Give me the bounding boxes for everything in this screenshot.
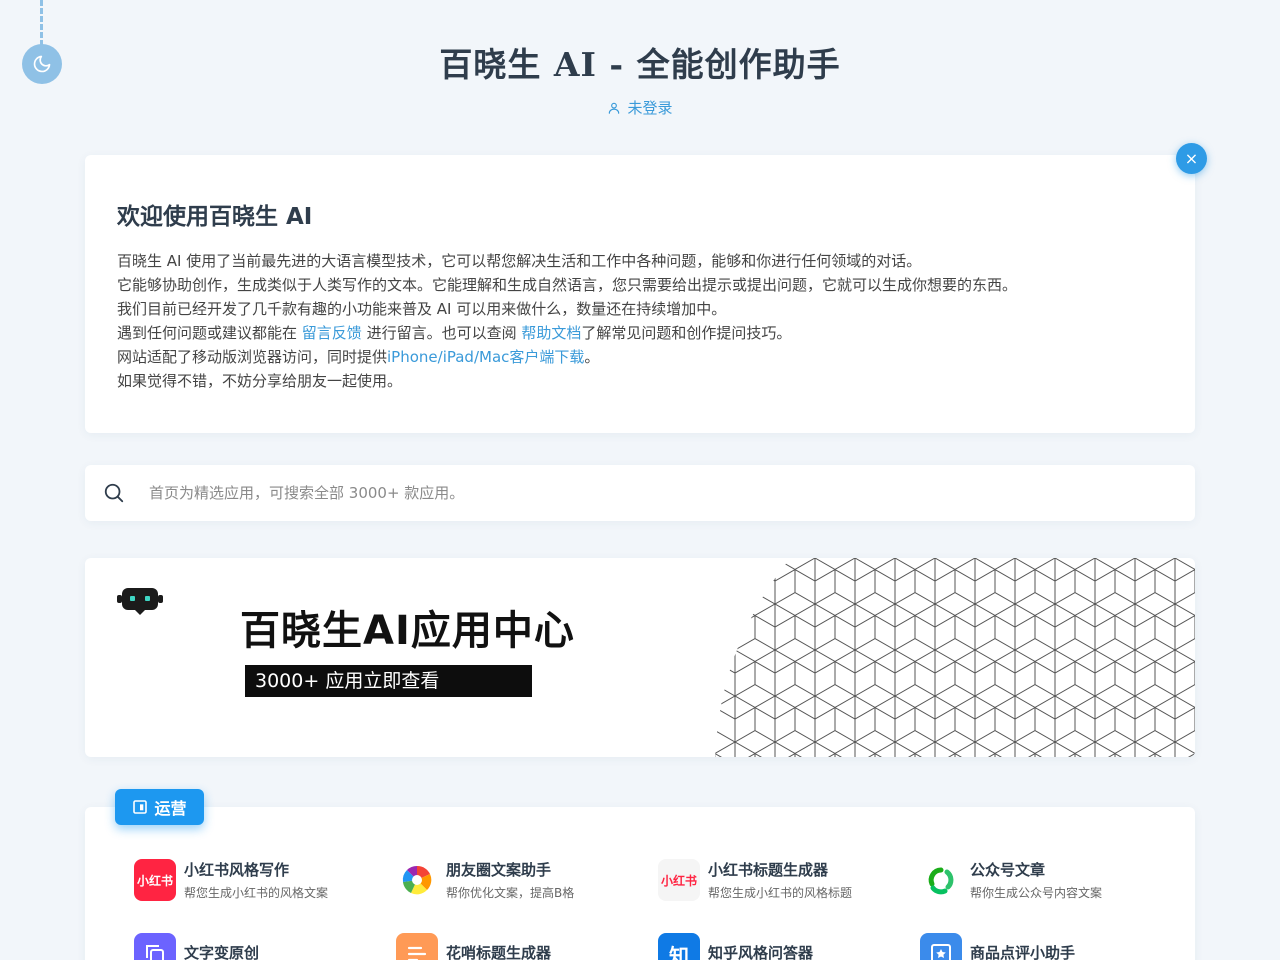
banner-title: 百晓生AI应用中心 — [240, 608, 575, 654]
app-name: 花哨标题生成器 — [446, 943, 552, 960]
wireframe-globe-decoration — [715, 558, 1195, 757]
banner-subtitle: 3000+ 应用立即查看 — [245, 665, 532, 697]
zhihu-icon: 知 — [658, 933, 700, 960]
review-icon — [920, 933, 962, 960]
welcome-line-4-suffix: 了解常见问题和创作提问技巧。 — [581, 324, 792, 342]
search-input[interactable] — [149, 484, 1109, 502]
app-center-banner[interactable]: 百晓生AI应用中心 3000+ 应用立即查看 — [85, 558, 1195, 757]
moments-icon — [396, 859, 438, 901]
panel-icon — [133, 800, 148, 814]
app-name: 公众号文章 — [970, 861, 1046, 879]
site-title: 百晓生 AI - 全能创作助手 — [439, 45, 841, 84]
app-item[interactable]: 商品点评小助手 — [920, 933, 1182, 960]
welcome-line-4-prefix: 遇到任何问题或建议都能在 — [117, 324, 302, 342]
welcome-text: 百晓生 AI 使用了当前最先进的大语言模型技术，它可以帮您解决生活和工作中各种问… — [117, 249, 1163, 393]
wechat-official-icon — [920, 859, 962, 901]
category-tab-operations[interactable]: 运营 — [115, 789, 204, 825]
xiaohongshu-icon: 小红书 — [134, 859, 176, 901]
app-grid: 小红书 小红书风格写作 帮您生成小红书的风格文案 朋友圈文案助手 帮你优化文案，… — [134, 859, 1194, 960]
apps-card: 小红书 小红书风格写作 帮您生成小红书的风格文案 朋友圈文案助手 帮你优化文案，… — [85, 807, 1195, 960]
app-item[interactable]: 小红书 小红书风格写作 帮您生成小红书的风格文案 — [134, 859, 396, 901]
app-item[interactable]: 小红书 小红书标题生成器 帮您生成小红书的风格标题 — [658, 859, 920, 901]
welcome-card: 欢迎使用百晓生 AI 百晓生 AI 使用了当前最先进的大语言模型技术，它可以帮您… — [85, 155, 1195, 433]
app-item[interactable]: 知 知乎风格问答器 — [658, 933, 920, 960]
feedback-link[interactable]: 留言反馈 — [302, 324, 362, 342]
app-description: 帮你优化文案，提高B格 — [446, 886, 575, 900]
app-description: 帮你生成公众号内容文案 — [970, 886, 1103, 900]
search-icon — [104, 483, 124, 503]
user-icon — [609, 102, 620, 114]
welcome-title: 欢迎使用百晓生 AI — [117, 204, 313, 230]
app-name: 商品点评小助手 — [970, 943, 1076, 960]
app-item[interactable]: 花哨标题生成器 — [396, 933, 658, 960]
close-icon: × — [1184, 149, 1199, 168]
welcome-line-2: 它能够协助创作，生成类似于人类写作的文本。它能理解和生成自然语言，您只需要给出提… — [117, 276, 1018, 294]
app-name: 知乎风格问答器 — [708, 943, 814, 960]
welcome-line-3: 我们目前已经开发了几千款有趣的小功能来普及 AI 可以用来做什么，数量还在持续增… — [117, 300, 727, 318]
login-status-label: 未登录 — [627, 99, 673, 117]
welcome-line-6: 如果觉得不错，不妨分享给朋友一起使用。 — [117, 372, 403, 390]
app-description: 帮您生成小红书的风格标题 — [708, 886, 853, 900]
search-bar — [85, 465, 1195, 521]
app-name: 小红书标题生成器 — [708, 861, 829, 879]
app-item[interactable]: 公众号文章 帮你生成公众号内容文案 — [920, 859, 1182, 901]
app-name: 小红书风格写作 — [184, 861, 290, 879]
help-docs-link[interactable]: 帮助文档 — [521, 324, 581, 342]
category-label: 运营 — [154, 799, 187, 818]
welcome-line-5-prefix: 网站适配了移动版浏览器访问，同时提供 — [117, 348, 388, 366]
title-icon — [396, 933, 438, 960]
app-name: 文字变原创 — [184, 943, 260, 960]
robot-logo-icon — [117, 588, 163, 615]
welcome-line-1: 百晓生 AI 使用了当前最先进的大语言模型技术，它可以帮您解决生活和工作中各种问… — [117, 252, 922, 270]
client-download-link[interactable]: iPhone/iPad/Mac客户端下载 — [387, 348, 584, 366]
welcome-line-4-middle: 进行留言。也可以查阅 — [361, 324, 522, 342]
app-item[interactable]: 文字变原创 — [134, 933, 396, 960]
app-description: 帮您生成小红书的风格文案 — [184, 886, 329, 900]
close-welcome-button[interactable]: × — [1176, 143, 1207, 174]
app-item[interactable]: 朋友圈文案助手 帮你优化文案，提高B格 — [396, 859, 658, 901]
copy-icon — [134, 933, 176, 960]
login-status-link[interactable]: 未登录 — [0, 97, 1280, 118]
xiaohongshu-title-icon: 小红书 — [658, 859, 700, 901]
app-name: 朋友圈文案助手 — [446, 861, 552, 879]
welcome-line-5-suffix: 。 — [584, 348, 600, 366]
